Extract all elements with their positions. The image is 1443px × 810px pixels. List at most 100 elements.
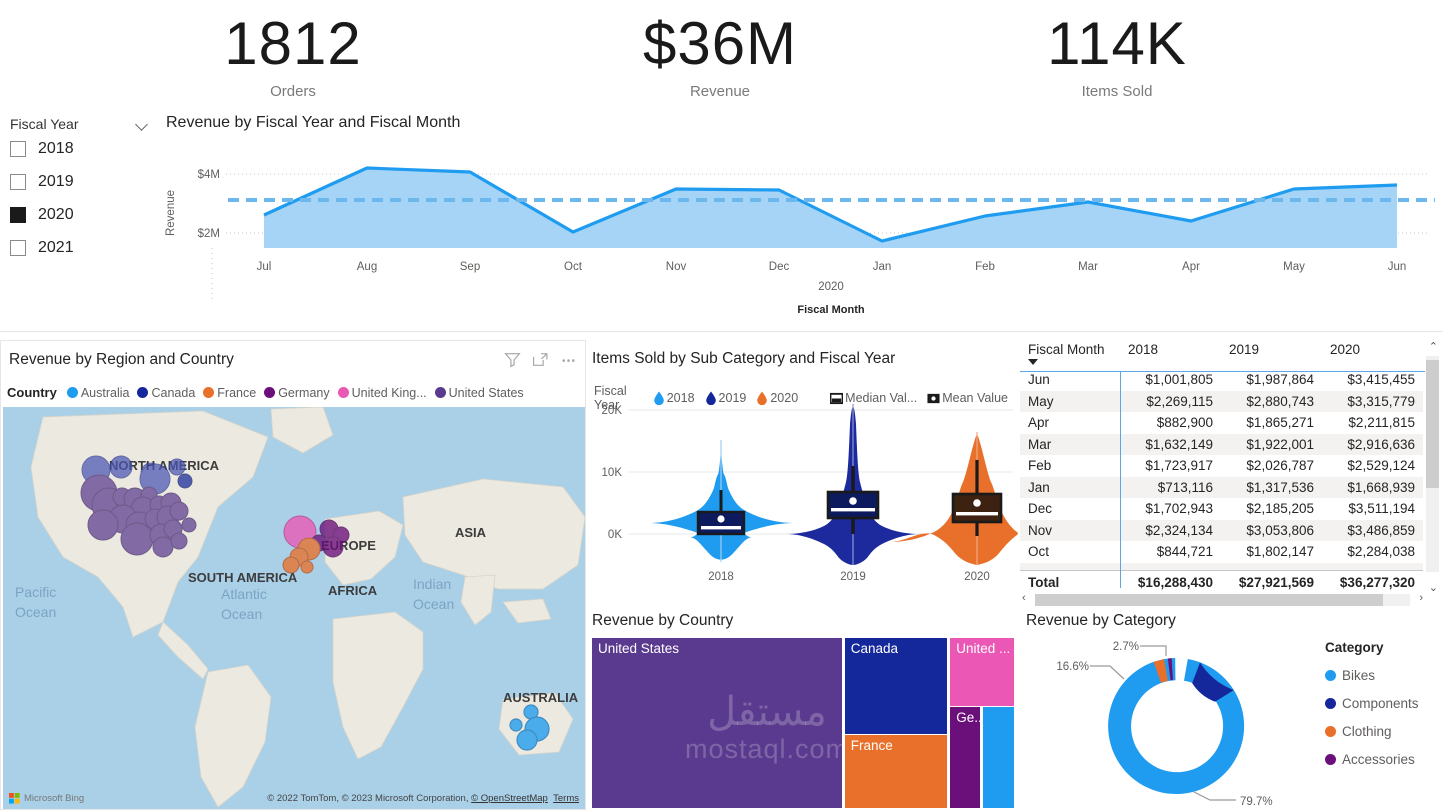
table-cell-total-2018: $16,288,430 bbox=[1120, 570, 1221, 592]
violin-2020[interactable]: 2020 bbox=[890, 432, 1018, 583]
table-row[interactable]: Feb $1,723,917 $2,026,787 $2,529,124 bbox=[1020, 455, 1423, 477]
revenue-by-country-treemap-panel[interactable]: Revenue by Country United States مستقل m… bbox=[588, 608, 1018, 810]
table-cell-total-label: Total bbox=[1020, 570, 1120, 592]
revenue-matrix-panel[interactable]: Fiscal Month 2018 2019 2020 Jun $1,001,8… bbox=[1020, 338, 1443, 608]
treemap-label-united-kingdom: United ... bbox=[956, 641, 1011, 656]
map-terms-link[interactable]: Terms bbox=[553, 793, 579, 804]
donut-legend-item-clothing[interactable]: Clothing bbox=[1325, 717, 1419, 745]
legend-label-bikes: Bikes bbox=[1342, 667, 1376, 683]
violin-2018[interactable]: 2018 bbox=[648, 440, 794, 583]
checkbox-2018[interactable] bbox=[10, 140, 26, 157]
table-row[interactable]: Jun $1,001,805 $1,987,864 $3,415,455 bbox=[1020, 369, 1423, 391]
area-x-tick-nov: Nov bbox=[666, 261, 687, 273]
focus-mode-icon[interactable] bbox=[532, 351, 549, 368]
table-cell-2019: $1,802,147 bbox=[1246, 544, 1314, 560]
table-row[interactable]: Mar $1,632,149 $1,922,001 $2,916,636 bbox=[1020, 433, 1423, 455]
kpi-card-revenue[interactable]: $36M Revenue bbox=[557, 8, 883, 102]
legend-dot-germany bbox=[264, 387, 276, 398]
treemap-node-france[interactable]: France bbox=[844, 735, 948, 808]
violin-2019[interactable]: 2019 bbox=[786, 404, 920, 583]
chevron-down-icon[interactable]: ⌄ bbox=[1429, 581, 1438, 594]
slicer-item-2019[interactable]: 2019 bbox=[10, 165, 160, 198]
filter-icon[interactable] bbox=[504, 351, 521, 368]
legend-dot-clothing bbox=[1325, 725, 1336, 737]
revenue-area-chart[interactable]: Revenue by Fiscal Year and Fiscal Month … bbox=[160, 114, 1443, 322]
table-row[interactable]: Dec $1,702,943 $2,185,205 $3,511,194 bbox=[1020, 498, 1423, 520]
donut-leader-line-2-7 bbox=[1140, 645, 1167, 656]
table-row[interactable]: Jan $713,116 $1,317,536 $1,668,939 bbox=[1020, 476, 1423, 498]
table-col-2020[interactable]: 2020 bbox=[1322, 338, 1423, 369]
table-col-fiscal-month[interactable]: Fiscal Month bbox=[1020, 338, 1120, 369]
table-col-label-fiscal-month: Fiscal Month bbox=[1028, 342, 1105, 357]
donut-slice-bikes[interactable] bbox=[1097, 647, 1255, 805]
kpi-card-items-sold[interactable]: 114K Items Sold bbox=[954, 8, 1280, 102]
revenue-by-category-panel[interactable]: Revenue by Category 2.7% 16.6% 79.7% Cat… bbox=[1020, 608, 1443, 810]
treemap-area[interactable]: United States مستقل mostaql.com Canada F… bbox=[592, 638, 1014, 808]
chevron-up-icon[interactable]: ⌃ bbox=[1429, 340, 1438, 353]
kpi-card-orders[interactable]: 1812 Orders bbox=[130, 8, 456, 102]
table-cell-2020: $2,916,636 bbox=[1322, 433, 1423, 455]
treemap-node-australia[interactable] bbox=[982, 707, 1014, 808]
slicer-item-2018[interactable]: 2018 bbox=[10, 132, 160, 165]
checkbox-2021[interactable] bbox=[10, 239, 26, 256]
table-row[interactable]: May $2,269,115 $2,880,743 $3,315,779 bbox=[1020, 390, 1423, 412]
fiscal-year-slicer[interactable]: Fiscal Year 2018 2019 2020 2021 bbox=[10, 116, 160, 276]
revenue-by-region-map-panel[interactable]: Revenue by Region and Country Country Au… bbox=[0, 340, 586, 810]
treemap-node-united-kingdom[interactable]: United ... bbox=[950, 638, 1014, 706]
checkbox-2020[interactable] bbox=[10, 206, 26, 223]
donut-callout-16-6: 16.6% bbox=[1056, 661, 1089, 673]
legend-label-france: France bbox=[217, 385, 257, 400]
slicer-header: Fiscal Year bbox=[10, 116, 150, 132]
table-cell-2020: $3,511,194 bbox=[1348, 501, 1415, 517]
revenue-matrix-table[interactable]: Fiscal Month 2018 2019 2020 Jun $1,001,8… bbox=[1020, 338, 1423, 592]
chevron-down-icon[interactable] bbox=[134, 116, 150, 132]
map-canvas[interactable]: Pacific Ocean Atlantic Ocean Indian Ocea… bbox=[3, 407, 585, 809]
table-cell-total-2020: $36,277,320 bbox=[1322, 570, 1423, 592]
map-legend-item-australia[interactable]: Australia bbox=[66, 386, 129, 400]
violin-x-tick-2019: 2019 bbox=[840, 571, 866, 583]
more-options-icon[interactable] bbox=[560, 351, 577, 368]
table-row[interactable]: Nov $2,324,134 $3,053,806 $3,486,859 bbox=[1020, 519, 1423, 541]
violin-y-tick-0k: 0K bbox=[608, 529, 622, 541]
treemap-node-united-states[interactable]: United States مستقل mostaql.com bbox=[592, 638, 842, 808]
openstreetmap-link[interactable]: © OpenStreetMap bbox=[471, 793, 548, 804]
table-cell-2020: $3,486,859 bbox=[1322, 519, 1423, 541]
table-col-2018[interactable]: 2018 bbox=[1120, 338, 1221, 369]
items-sold-violin-panel[interactable]: Items Sold by Sub Category and Fiscal Ye… bbox=[588, 340, 1018, 608]
area-x-axis-title: Fiscal Month bbox=[797, 304, 865, 316]
table-total-row: Total $16,288,430 $27,921,569 $36,277,32… bbox=[1020, 570, 1423, 592]
violin-x-tick-2020: 2020 bbox=[964, 571, 990, 583]
treemap-node-canada[interactable]: Canada bbox=[844, 638, 948, 735]
slicer-item-2021[interactable]: 2021 bbox=[10, 231, 160, 264]
horizontal-scroll-thumb[interactable] bbox=[1035, 594, 1383, 606]
treemap-node-germany[interactable]: Ge... bbox=[950, 707, 980, 808]
vertical-scroll-thumb[interactable] bbox=[1426, 360, 1439, 488]
checkbox-2019[interactable] bbox=[10, 173, 26, 190]
donut-legend-item-bikes[interactable]: Bikes bbox=[1325, 661, 1419, 689]
map-attribution-text: © 2022 TomTom, © 2023 Microsoft Corporat… bbox=[267, 793, 579, 804]
legend-dot-united-kingdom bbox=[337, 387, 349, 398]
table-cell-2018: $713,116 bbox=[1120, 476, 1221, 498]
table-row-clipped[interactable] bbox=[1020, 562, 1423, 571]
table-horizontal-scrollbar[interactable]: ‹ › bbox=[1020, 592, 1425, 608]
table-header-row: Fiscal Month 2018 2019 2020 bbox=[1020, 338, 1423, 369]
map-legend-item-united-states[interactable]: United States bbox=[434, 386, 524, 400]
map-legend-item-canada[interactable]: Canada bbox=[137, 386, 195, 400]
table-col-2019[interactable]: 2019 bbox=[1221, 338, 1322, 369]
table-row[interactable]: Apr $882,900 $1,865,271 $2,211,815 bbox=[1020, 412, 1423, 434]
map-legend-item-united-kingdom[interactable]: United King... bbox=[337, 386, 427, 400]
map-legend-item-france[interactable]: France bbox=[203, 386, 256, 400]
area-x-tick-jul: Jul bbox=[257, 261, 272, 273]
sort-descending-icon[interactable] bbox=[1028, 359, 1038, 365]
bing-logo: Microsoft Bing bbox=[9, 792, 84, 804]
table-vertical-scrollbar[interactable]: ⌃ ⌄ bbox=[1424, 338, 1441, 594]
slicer-item-2020[interactable]: 2020 bbox=[10, 198, 160, 231]
chevron-left-icon[interactable]: ‹ bbox=[1022, 592, 1026, 604]
area-x-tick-jun: Jun bbox=[1388, 261, 1407, 273]
map-label-pacific-ocean-1: Pacific bbox=[15, 584, 56, 600]
donut-legend-item-components[interactable]: Components bbox=[1325, 689, 1419, 717]
map-legend-item-germany[interactable]: Germany bbox=[264, 386, 330, 400]
chevron-right-icon[interactable]: › bbox=[1419, 592, 1423, 604]
donut-legend-item-accessories[interactable]: Accessories bbox=[1325, 745, 1419, 773]
table-row[interactable]: Oct $844,721 $1,802,147 $2,284,038 bbox=[1020, 541, 1423, 563]
